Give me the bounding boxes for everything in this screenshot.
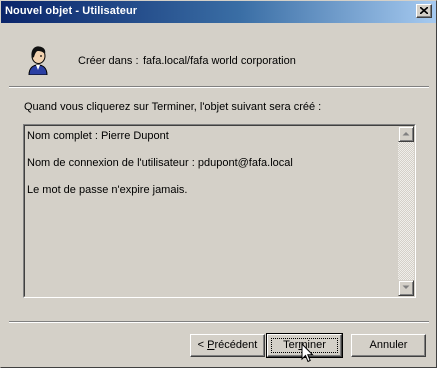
footer-separator — [9, 321, 429, 323]
close-button[interactable] — [416, 4, 432, 18]
summary-line-password: Le mot de passe n'expire jamais. — [27, 184, 188, 196]
summary-heading: Quand vous cliquerez sur Terminer, l'obj… — [24, 101, 322, 113]
vertical-scrollbar[interactable] — [398, 126, 414, 296]
create-in-path: fafa.local/fafa world corporation — [143, 55, 296, 67]
summary-textbox[interactable]: Nom complet : Pierre Dupont Nom de conne… — [23, 124, 416, 298]
previous-label-rest: récédent — [214, 339, 258, 351]
summary-textbox-inner: Nom complet : Pierre Dupont Nom de conne… — [24, 125, 415, 297]
user-icon — [28, 46, 48, 75]
mouse-pointer-icon — [301, 343, 314, 363]
header-separator — [9, 86, 429, 88]
previous-prefix: < — [197, 339, 208, 351]
arrow-up-icon — [402, 132, 410, 136]
summary-line-full-name: Nom complet : Pierre Dupont — [27, 130, 169, 142]
summary-line-logon-name: Nom de connexion de l'utilisateur : pdup… — [27, 157, 293, 169]
create-in-label: Créer dans : — [78, 55, 139, 67]
title-bar[interactable]: Nouvel objet - Utilisateur — [1, 1, 436, 23]
window-title: Nouvel objet - Utilisateur — [5, 5, 138, 17]
arrow-down-icon — [402, 285, 410, 289]
cancel-button[interactable]: Annuler — [351, 334, 426, 357]
cancel-label: Annuler — [369, 339, 408, 351]
close-icon — [420, 7, 428, 14]
previous-button[interactable]: < Précédent — [190, 334, 265, 357]
new-user-dialog: Nouvel objet - Utilisateur Créer dans : … — [0, 0, 437, 368]
scroll-up-button[interactable] — [398, 126, 414, 142]
previous-accelerator: P — [207, 339, 215, 351]
scroll-down-button[interactable] — [398, 280, 414, 296]
